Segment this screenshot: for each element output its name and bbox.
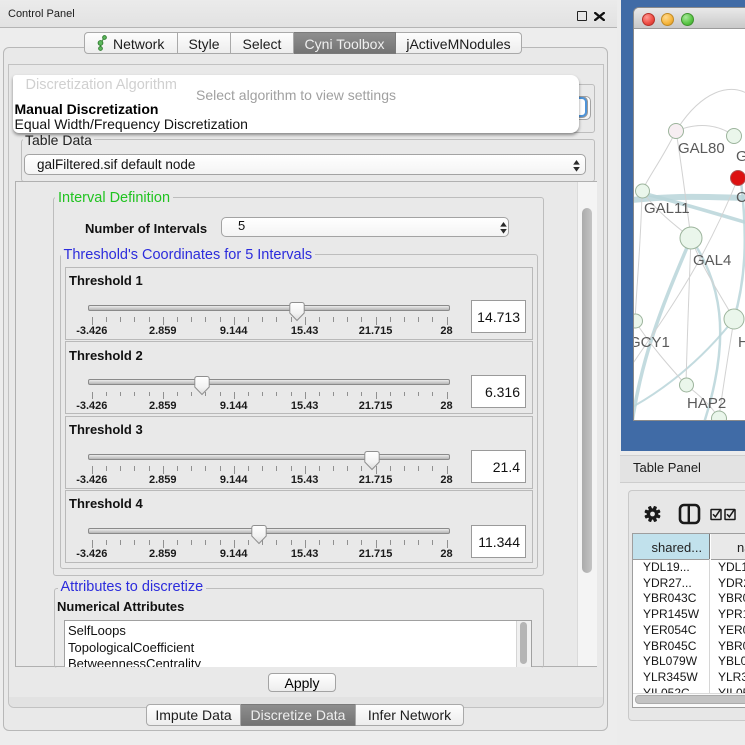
svg-text:G: G xyxy=(736,148,745,165)
svg-text:GAL11: GAL11 xyxy=(644,200,690,217)
svg-text:GAL4: GAL4 xyxy=(693,252,731,269)
svg-text:C: C xyxy=(736,189,745,206)
svg-text:H: H xyxy=(738,334,745,351)
svg-text:GCY1: GCY1 xyxy=(634,334,670,351)
svg-text:HAP2: HAP2 xyxy=(687,395,726,412)
svg-text:GAL80: GAL80 xyxy=(678,140,725,157)
